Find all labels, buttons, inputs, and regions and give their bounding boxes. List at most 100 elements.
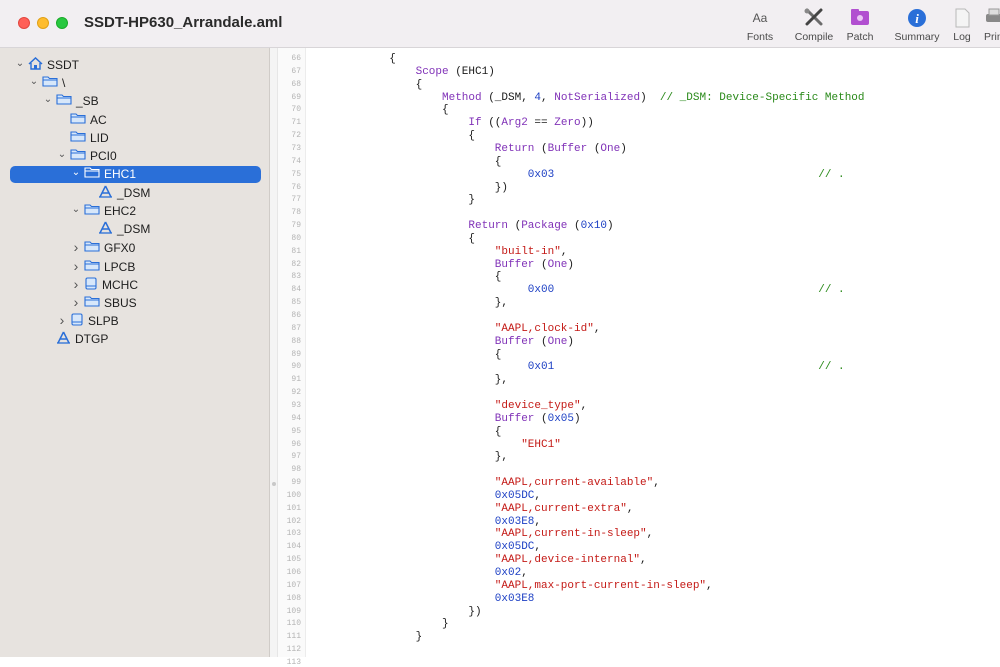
line-number: 77 xyxy=(291,195,301,204)
chevron-down-icon[interactable]: ⌄ xyxy=(28,73,40,90)
tree-item-sb[interactable]: ⌄_SB xyxy=(42,93,99,110)
tree-item-dsm[interactable]: _DSM xyxy=(84,221,150,238)
code-text: == xyxy=(528,117,554,129)
code-text: ( xyxy=(587,143,600,155)
line-number: 87 xyxy=(291,324,301,333)
tree-item-gfx0[interactable]: ›GFX0 xyxy=(70,239,135,256)
chevron-down-icon[interactable]: ⌄ xyxy=(56,146,68,163)
split-view-divider[interactable] xyxy=(270,48,278,657)
compile-icon xyxy=(790,8,838,28)
chevron-right-icon[interactable]: › xyxy=(70,276,82,293)
tree-item-ac[interactable]: AC xyxy=(56,112,107,129)
code-line: }, xyxy=(495,374,508,386)
code-text: , xyxy=(534,516,541,528)
tree-item-sbus[interactable]: › SBUS xyxy=(70,294,137,311)
code-text: }) xyxy=(468,606,481,618)
tree-item-mchc[interactable]: ›MCHC xyxy=(70,276,138,293)
line-number: 99 xyxy=(291,478,301,487)
code-number: 0x05DC xyxy=(495,541,535,553)
line-number: 66 xyxy=(291,54,301,63)
tree-item-ssdt[interactable]: ⌄SSDT xyxy=(14,57,79,74)
tree-item-label: SBUS xyxy=(104,296,137,310)
device-icon xyxy=(70,313,84,331)
device-icon xyxy=(84,277,98,295)
code-text: ( xyxy=(534,143,547,155)
code-text: ) xyxy=(640,92,660,104)
tree-item-dsm[interactable]: _DSM xyxy=(84,185,150,202)
code-line: { xyxy=(495,426,502,438)
compile-button[interactable]: Compile xyxy=(790,8,838,46)
code-text: , xyxy=(541,92,554,104)
tree-item-label: \ xyxy=(62,76,65,90)
folder-icon xyxy=(84,295,100,312)
close-window-button[interactable] xyxy=(18,17,30,29)
tree-item-root-scope[interactable]: ⌄\ xyxy=(28,75,65,92)
code-text: , xyxy=(561,246,568,258)
code-line: { xyxy=(468,233,475,245)
tree-item-lid[interactable]: LID xyxy=(56,130,109,147)
tree-item-lpcb[interactable]: ›LPCB xyxy=(70,258,135,275)
svg-text:i: i xyxy=(915,11,919,26)
code-text: , xyxy=(647,528,654,540)
code-line: 0x02, xyxy=(495,567,528,579)
line-number: 81 xyxy=(291,247,301,256)
line-number: 68 xyxy=(291,80,301,89)
code-keyword: Buffer xyxy=(495,413,535,425)
code-keyword: Arg2 xyxy=(501,117,527,129)
line-number: 113 xyxy=(287,658,301,667)
chevron-right-icon[interactable]: › xyxy=(70,294,82,311)
fonts-button[interactable]: Aa Fonts xyxy=(744,8,776,46)
line-number: 69 xyxy=(291,93,301,102)
tree-item-ehc2[interactable]: ⌄EHC2 xyxy=(70,203,136,220)
code-editor[interactable]: {Scope (EHC1){Method (_DSM, 4, NotSerial… xyxy=(306,48,1000,657)
chevron-right-icon[interactable]: › xyxy=(56,312,68,329)
line-number: 74 xyxy=(291,157,301,166)
chevron-down-icon[interactable]: ⌄ xyxy=(14,55,26,72)
code-line: { xyxy=(468,130,475,142)
code-text: { xyxy=(495,271,502,283)
line-number: 67 xyxy=(291,67,301,76)
code-keyword: Zero xyxy=(554,117,580,129)
tree-item-ehc1[interactable]: ⌄EHC1 xyxy=(10,166,261,183)
chevron-right-icon[interactable]: › xyxy=(70,239,82,256)
code-line: "AAPL,current-extra", xyxy=(495,503,634,515)
summary-button[interactable]: i Summary xyxy=(892,8,942,46)
print-button[interactable]: Prin xyxy=(984,8,1000,46)
folder-icon xyxy=(70,148,86,165)
code-line: Method (_DSM, 4, NotSerialized) // _DSM:… xyxy=(442,92,865,104)
code-text: { xyxy=(416,79,423,91)
log-icon xyxy=(950,8,974,28)
code-line: 0x03E8, xyxy=(495,516,541,528)
code-line: "AAPL,current-available", xyxy=(495,477,660,489)
code-number: 0x03E8 xyxy=(495,593,535,605)
line-number: 108 xyxy=(287,594,301,603)
tree-item-slpb[interactable]: ›SLPB xyxy=(56,312,119,329)
code-text: }, xyxy=(495,297,508,309)
code-comment: // . xyxy=(818,361,844,373)
line-number: 86 xyxy=(291,311,301,320)
code-string: "AAPL,device-internal" xyxy=(495,554,640,566)
code-line: 0x01 // . xyxy=(528,361,845,373)
zoom-window-button[interactable] xyxy=(56,17,68,29)
log-button[interactable]: Log xyxy=(950,8,974,46)
patch-button[interactable]: Patch xyxy=(842,8,878,46)
chevron-right-icon[interactable]: › xyxy=(70,258,82,275)
chevron-down-icon[interactable]: ⌄ xyxy=(70,201,82,218)
method-icon xyxy=(98,185,113,203)
code-keyword: Method xyxy=(442,92,482,104)
code-line: 0x00 // . xyxy=(528,284,845,296)
code-keyword: Return xyxy=(468,220,508,232)
tree-item-pci0[interactable]: ⌄PCI0 xyxy=(56,148,117,165)
chevron-down-icon[interactable]: ⌄ xyxy=(42,91,54,108)
folder-icon xyxy=(70,130,86,147)
code-line: 0x05DC, xyxy=(495,490,541,502)
code-number: 0x10 xyxy=(581,220,607,232)
tree-item-dtgp[interactable]: DTGP xyxy=(42,331,108,348)
code-text: { xyxy=(468,130,475,142)
code-line: } xyxy=(416,631,423,643)
chevron-down-icon[interactable]: ⌄ xyxy=(70,164,82,181)
code-text: ) xyxy=(574,413,581,425)
code-keyword: One xyxy=(548,336,568,348)
minimize-window-button[interactable] xyxy=(37,17,49,29)
code-keyword: Buffer xyxy=(495,336,535,348)
